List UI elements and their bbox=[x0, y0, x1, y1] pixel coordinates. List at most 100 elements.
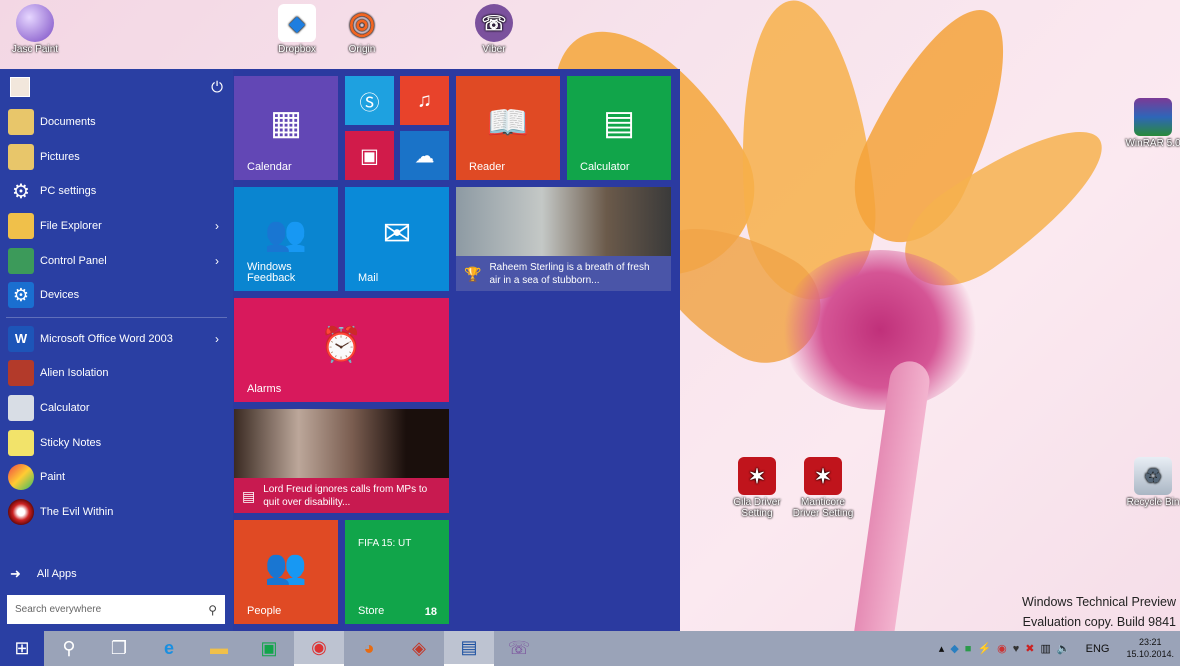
tile-label: Mail bbox=[358, 272, 379, 285]
paint-icon bbox=[8, 464, 34, 491]
tile-news[interactable]: ▤ Lord Freud ignores calls from MPs to q… bbox=[234, 409, 449, 513]
tray-app-icon[interactable]: ⚡ bbox=[977, 642, 991, 655]
start-item-documents[interactable]: Documents bbox=[0, 105, 233, 140]
recycle-bin-icon: ♻ bbox=[1134, 457, 1172, 495]
chevron-up-icon[interactable]: ▴ bbox=[939, 642, 945, 655]
tile-windows-feedback[interactable]: 👥 Windows Feedback bbox=[234, 187, 338, 291]
start-item-word-2003[interactable]: W Microsoft Office Word 2003 › bbox=[0, 322, 233, 357]
desktop-icon-origin[interactable]: ◎ Origin bbox=[327, 4, 397, 56]
taskbar-task-view-button[interactable]: ❐ bbox=[94, 631, 144, 666]
start-item-the-evil-within[interactable]: The Evil Within bbox=[0, 495, 233, 530]
system-tray: ▴ ◆ ■ ⚡ ◉ ♥ ✖ ▥ 🔈 ENG 23:21 15.10.2014. bbox=[936, 631, 1180, 666]
start-item-label: Paint bbox=[40, 471, 66, 484]
taskbar-drive-app[interactable]: ▤ bbox=[444, 631, 494, 666]
tile-label: People bbox=[247, 605, 282, 618]
feedback-icon: 👥 bbox=[264, 214, 308, 253]
headphones-icon: ♫ bbox=[417, 89, 432, 111]
tile-music[interactable]: ♫ bbox=[400, 76, 449, 125]
people-icon: 👥 bbox=[264, 547, 308, 586]
taskbar: ⊞ ⚲ ❐ e ▬ ▣ ◉ ◕ ◈ ▤ ☏ ▴ ◆ ■ ⚡ ◉ ♥ ✖ ▥ 🔈 … bbox=[0, 631, 1180, 666]
clock-time: 23:21 bbox=[1138, 636, 1162, 647]
desktop-icon-label: Origin bbox=[348, 44, 376, 55]
desktop-icon-gila-driver[interactable]: ✶ Gila Driver Setting bbox=[722, 457, 792, 519]
tile-store[interactable]: FIFA 15: UT Store 18 bbox=[345, 520, 449, 624]
task-view-icon: ❐ bbox=[110, 638, 128, 658]
start-item-pc-settings[interactable]: ⚙ PC settings bbox=[0, 174, 233, 209]
chevron-right-icon[interactable]: › bbox=[215, 254, 219, 268]
firefox-icon: ◕ bbox=[363, 638, 375, 658]
video-icon: ▣ bbox=[360, 145, 379, 167]
tile-calculator[interactable]: ▤ Calculator bbox=[567, 76, 671, 180]
tile-label: Store bbox=[358, 605, 385, 618]
taskbar-store[interactable]: ▣ bbox=[244, 631, 294, 666]
tile-video[interactable]: ▣ bbox=[345, 131, 394, 180]
watermark-line-2: Evaluation copy. Build 9841 bbox=[1022, 615, 1176, 629]
folder-icon: ▬ bbox=[210, 638, 228, 658]
start-item-calculator[interactable]: Calculator bbox=[0, 391, 233, 426]
tile-label: Calendar bbox=[247, 161, 292, 174]
all-apps-button[interactable]: ➜ All Apps bbox=[10, 566, 77, 582]
news-caption: 🏆 Raheem Sterling is a breath of fresh a… bbox=[456, 257, 671, 291]
desktop-icon-dropbox[interactable]: ◆ Dropbox bbox=[262, 4, 332, 55]
chevron-right-icon[interactable]: › bbox=[215, 219, 219, 233]
control-panel-icon bbox=[8, 247, 34, 274]
calculator-icon bbox=[8, 395, 34, 422]
start-item-control-panel[interactable]: Control Panel › bbox=[0, 243, 233, 278]
chevron-right-icon[interactable]: › bbox=[215, 332, 219, 346]
tray-app-icon[interactable]: ♥ bbox=[1013, 643, 1020, 655]
gear-icon: ⚙ bbox=[12, 180, 30, 203]
start-item-alien-isolation[interactable]: Alien Isolation bbox=[0, 356, 233, 391]
desktop-icon-recycle-bin[interactable]: ♻ Recycle Bin bbox=[1118, 457, 1180, 508]
taskbar-chrome[interactable]: ◉ bbox=[294, 631, 344, 666]
clock-date: 15.10.2014. bbox=[1126, 648, 1174, 659]
sticky-notes-icon bbox=[8, 429, 34, 456]
desktop-icon-jasc-paint[interactable]: Jasc Paint bbox=[0, 4, 70, 55]
tile-mail[interactable]: ✉ Mail bbox=[345, 187, 449, 291]
desktop-icon-viber[interactable]: ☏ Viber bbox=[459, 4, 529, 55]
taskbar-search-button[interactable]: ⚲ bbox=[44, 631, 94, 666]
speaker-icon[interactable]: 🔈 bbox=[1057, 642, 1071, 655]
desktop-icon-manticore-driver[interactable]: ✶ Manticore Driver Setting bbox=[788, 457, 858, 519]
tile-calendar[interactable]: ▦ Calendar bbox=[234, 76, 338, 180]
start-item-sticky-notes[interactable]: Sticky Notes bbox=[0, 425, 233, 460]
tray-app-icon[interactable]: ◉ bbox=[997, 642, 1007, 655]
power-icon[interactable]: ⏻ bbox=[211, 79, 223, 96]
start-item-paint[interactable]: Paint bbox=[0, 460, 233, 495]
taskbar-app-eye[interactable]: ◈ bbox=[394, 631, 444, 666]
taskbar-file-explorer[interactable]: ▬ bbox=[194, 631, 244, 666]
desktop-icon-label: Jasc Paint bbox=[11, 44, 59, 55]
tile-alarms[interactable]: ⏰ Alarms bbox=[234, 298, 449, 402]
start-item-label: Calculator bbox=[40, 402, 90, 415]
word-icon: W bbox=[8, 325, 34, 352]
start-item-devices[interactable]: ⚙ Devices bbox=[0, 278, 233, 313]
tile-people[interactable]: 👥 People bbox=[234, 520, 338, 624]
desktop-icon-winrar[interactable]: WinRAR 5.0 bbox=[1118, 98, 1180, 149]
start-item-file-explorer[interactable]: File Explorer › bbox=[0, 209, 233, 244]
search-input[interactable]: Search everywhere ⚲ bbox=[7, 595, 225, 624]
dropbox-icon: ◆ bbox=[278, 4, 316, 42]
start-button[interactable]: ⊞ bbox=[0, 631, 44, 666]
tile-sport-news[interactable]: 🏆 Raheem Sterling is a breath of fresh a… bbox=[456, 187, 671, 291]
language-indicator[interactable]: ENG bbox=[1086, 643, 1110, 655]
start-item-label: PC settings bbox=[40, 185, 97, 198]
tray-app-icon[interactable]: ■ bbox=[965, 643, 972, 655]
all-apps-label: All Apps bbox=[36, 568, 77, 580]
taskbar-firefox[interactable]: ◕ bbox=[344, 631, 394, 666]
taskbar-viber[interactable]: ☏ bbox=[494, 631, 544, 666]
tile-skype[interactable]: Ⓢ bbox=[345, 76, 394, 125]
tray-app-icon[interactable]: ◆ bbox=[950, 642, 958, 655]
tray-app-icon[interactable]: ✖ bbox=[1025, 642, 1034, 655]
taskbar-internet-explorer[interactable]: e bbox=[144, 631, 194, 666]
tile-onedrive[interactable]: ☁ bbox=[400, 131, 449, 180]
watermark-line-1: Windows Technical Preview bbox=[1022, 595, 1176, 609]
start-item-pictures[interactable]: Pictures bbox=[0, 140, 233, 175]
clock[interactable]: 23:21 15.10.2014. bbox=[1126, 637, 1174, 660]
mail-icon: ✉ bbox=[382, 214, 412, 253]
search-icon[interactable]: ⚲ bbox=[208, 603, 217, 617]
network-icon[interactable]: ▥ bbox=[1041, 642, 1051, 655]
user-avatar[interactable] bbox=[10, 77, 30, 97]
start-menu-left-pane: ⏻ Documents Pictures ⚙ PC settings File … bbox=[0, 69, 233, 631]
tile-reader[interactable]: 📖 Reader bbox=[456, 76, 560, 180]
start-item-label: Microsoft Office Word 2003 bbox=[40, 332, 173, 345]
chrome-icon: ◉ bbox=[311, 637, 327, 657]
